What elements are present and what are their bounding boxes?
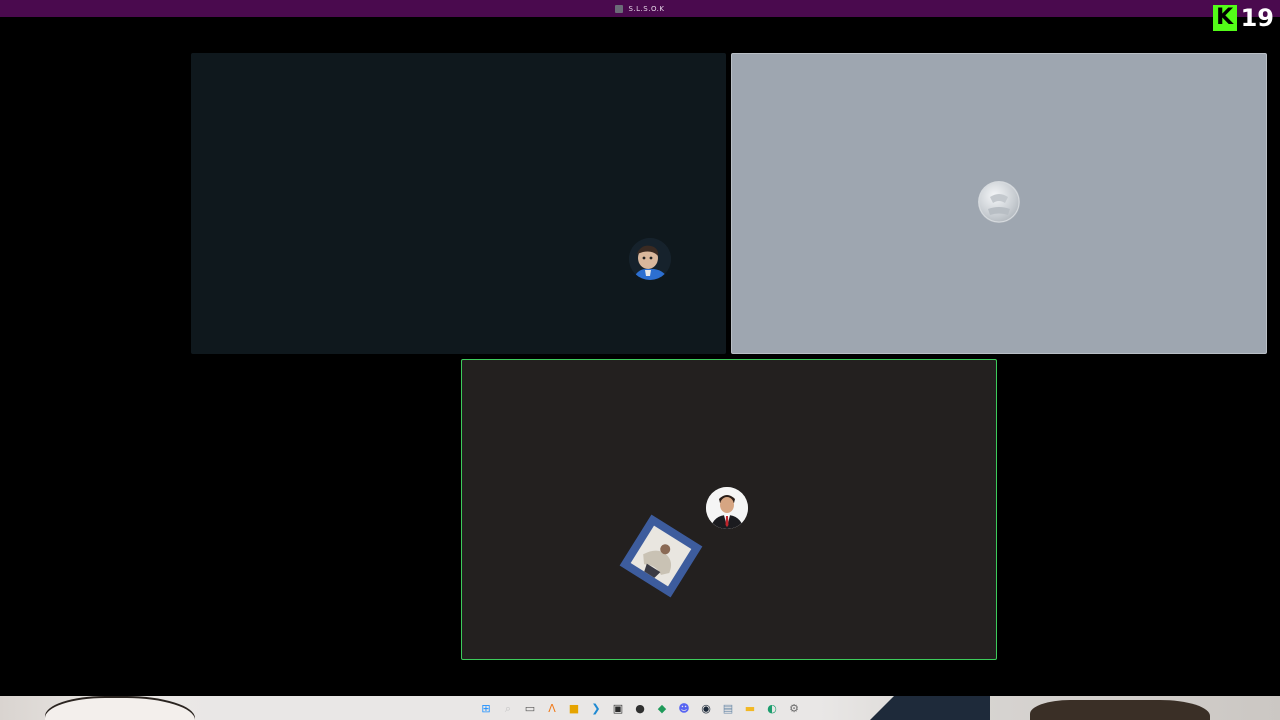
terminal-icon[interactable]: ▣ (610, 700, 626, 716)
wallpaper-left-decoration (0, 696, 210, 720)
window-title-bar: S.L.S.O.K (0, 0, 1280, 17)
participant-tile[interactable] (191, 53, 726, 354)
obs-icon[interactable]: ● (632, 700, 648, 716)
settings-icon[interactable]: ⚙ (786, 700, 802, 716)
rotated-image-card (619, 514, 703, 598)
boy-in-blue-avatar (629, 238, 671, 280)
windows-taskbar: ⊞ ⌕ ▭ Λ ■ ❯ ▣ ● ◆ ☻ ◉ ▤ ▬ ◐ ⚙ (0, 696, 1280, 720)
windows-start-icon[interactable]: ⊞ (478, 700, 494, 716)
kick-logo-icon: K (1212, 5, 1237, 31)
search-icon[interactable]: ⌕ (500, 700, 516, 716)
vscode-icon[interactable]: ❯ (588, 700, 604, 716)
edge-icon[interactable]: ◐ (764, 700, 780, 716)
wallpaper-right-decoration (820, 696, 1280, 720)
file-explorer-icon[interactable]: ▬ (742, 700, 758, 716)
participant-tile-speaking[interactable] (461, 359, 997, 660)
green-app-icon[interactable]: ◆ (654, 700, 670, 716)
discord-icon[interactable]: ☻ (676, 700, 692, 716)
viewer-count: 19 (1240, 4, 1274, 32)
taskbar-icons: ⊞ ⌕ ▭ Λ ■ ❯ ▣ ● ◆ ☻ ◉ ▤ ▬ ◐ ⚙ (478, 700, 802, 716)
steam-icon[interactable]: ◉ (698, 700, 714, 716)
app-icon (615, 4, 624, 13)
yellow-app-icon[interactable]: ■ (566, 700, 582, 716)
task-view-icon[interactable]: ▭ (522, 700, 538, 716)
participant-tile[interactable] (731, 53, 1267, 354)
kick-viewer-overlay: K 19 (1212, 4, 1274, 32)
default-grey-avatar (978, 181, 1020, 223)
man-in-suit-avatar (706, 487, 748, 529)
notepad-icon[interactable]: ▤ (720, 700, 736, 716)
window-title: S.L.S.O.K (628, 4, 665, 13)
triangle-app-icon[interactable]: Λ (544, 700, 560, 716)
